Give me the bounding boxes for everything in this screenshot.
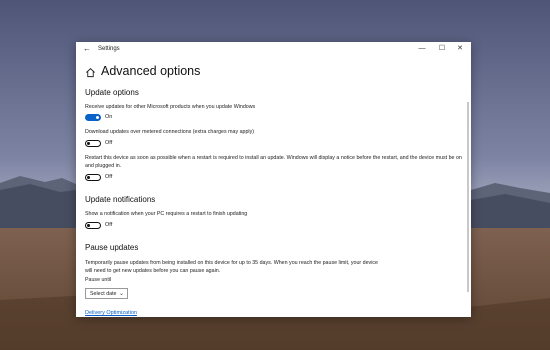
pause-updates-heading: Pause updates bbox=[85, 243, 139, 252]
chevron-down-icon: ⌄ bbox=[118, 291, 124, 297]
pause-until-select-value: Select date bbox=[90, 291, 117, 297]
restart-notification-state: Off bbox=[105, 222, 113, 228]
update-options-heading: Update options bbox=[85, 88, 139, 97]
update-notifications-heading: Update notifications bbox=[85, 195, 156, 204]
delivery-optimization-link[interactable]: Delivery Optimization bbox=[85, 310, 137, 316]
receive-updates-toggle[interactable] bbox=[85, 114, 101, 121]
pause-until-select[interactable]: Select date ⌄ bbox=[85, 288, 128, 299]
settings-window: ← Settings — ☐ ✕ Advanced options Update… bbox=[76, 42, 471, 317]
minimize-icon[interactable]: — bbox=[417, 44, 427, 53]
metered-download-label: Download updates over metered connection… bbox=[85, 129, 255, 135]
receive-updates-label: Receive updates for other Microsoft prod… bbox=[85, 104, 256, 110]
scrollbar[interactable] bbox=[467, 102, 469, 292]
restart-notification-label: Show a notification when your PC require… bbox=[85, 211, 248, 217]
maximize-icon[interactable]: ☐ bbox=[437, 44, 447, 53]
pause-updates-description: Temporarily pause updates from being ins… bbox=[85, 260, 378, 274]
pause-until-label: Pause until bbox=[85, 277, 112, 283]
home-icon[interactable] bbox=[85, 67, 96, 78]
close-icon[interactable]: ✕ bbox=[455, 44, 465, 53]
restart-notification-toggle[interactable] bbox=[85, 222, 101, 229]
restart-asap-toggle[interactable] bbox=[85, 174, 101, 181]
receive-updates-state: On bbox=[105, 114, 113, 120]
settings-content: Advanced options Update options Receive … bbox=[76, 56, 471, 317]
page-title: Advanced options bbox=[101, 64, 201, 78]
title-bar: ← Settings — ☐ ✕ bbox=[76, 42, 471, 56]
window-title: Settings bbox=[98, 46, 120, 52]
metered-download-state: Off bbox=[105, 140, 113, 146]
back-arrow-icon[interactable]: ← bbox=[83, 44, 91, 53]
restart-asap-state: Off bbox=[105, 174, 113, 180]
metered-download-toggle[interactable] bbox=[85, 140, 101, 147]
restart-asap-label: Restart this device as soon as possible … bbox=[85, 155, 462, 169]
